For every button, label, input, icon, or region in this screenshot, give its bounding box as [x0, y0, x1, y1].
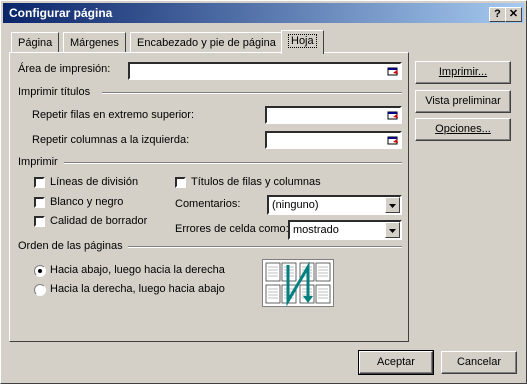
tab-pagina[interactable]: Página: [11, 32, 60, 52]
tab-hoja[interactable]: Hoja: [281, 30, 324, 54]
chevron-down-icon: [389, 204, 396, 208]
comments-select[interactable]: (ninguno): [267, 195, 402, 215]
black-white-checkbox[interactable]: [34, 197, 45, 208]
divider: [102, 92, 402, 94]
repeat-rows-input[interactable]: [265, 106, 402, 124]
tab-label: Página: [18, 37, 53, 49]
cell-errors-value: mostrado: [293, 224, 339, 236]
comments-label: Comentarios:: [175, 198, 241, 210]
tab-label: Márgenes: [70, 37, 119, 49]
collapse-dialog-icon[interactable]: [387, 134, 399, 146]
repeat-cols-input[interactable]: [265, 131, 402, 149]
chevron-down-icon: [389, 229, 396, 233]
page-order-preview-icon: [262, 259, 334, 307]
tab-margenes[interactable]: Márgenes: [63, 32, 126, 52]
print-area-label: Área de impresión:: [18, 63, 111, 75]
draft-quality-label: Calidad de borrador: [50, 215, 148, 227]
title-bar[interactable]: Configurar página ? ✕: [3, 3, 524, 23]
over-then-down-radio[interactable]: [34, 284, 46, 296]
collapse-dialog-icon[interactable]: [387, 65, 399, 77]
sheet-tab-panel: Área de impresión: Imprimir títulos Repe…: [9, 52, 409, 342]
repeat-rows-label: Repetir filas en extremo superior:: [32, 109, 195, 121]
divider: [128, 246, 402, 248]
options-button[interactable]: Opciones...: [415, 118, 511, 141]
print-button-label: Imprimir...: [438, 66, 488, 78]
cell-errors-select[interactable]: mostrado: [288, 220, 402, 240]
draft-quality-checkbox[interactable]: [34, 216, 45, 227]
options-label: Opciones...: [435, 123, 491, 135]
window-title: Configurar página: [9, 6, 113, 20]
ok-label: Aceptar: [377, 356, 415, 368]
tab-encabezado[interactable]: Encabezado y pie de página: [130, 32, 283, 52]
print-group-label: Imprimir: [18, 156, 58, 168]
help-button[interactable]: ?: [489, 7, 506, 22]
collapse-dialog-icon[interactable]: [387, 109, 399, 121]
black-white-label: Blanco y negro: [50, 196, 124, 208]
page-order-group-label: Orden de las páginas: [18, 240, 123, 252]
print-titles-group-label: Imprimir títulos: [18, 86, 91, 98]
print-button[interactable]: Imprimir...: [415, 61, 511, 84]
divider: [64, 162, 402, 164]
cancel-label: Cancelar: [456, 356, 502, 368]
row-col-headings-label: Títulos de filas y columnas: [191, 176, 321, 188]
cell-errors-label: Errores de celda como:: [175, 223, 289, 235]
repeat-cols-label: Repetir columnas a la izquierda:: [32, 134, 190, 146]
gridlines-label: Líneas de división: [50, 176, 139, 188]
dropdown-button[interactable]: [385, 197, 400, 213]
print-preview-label: Vista preliminar: [425, 95, 501, 107]
down-then-over-radio[interactable]: [34, 265, 46, 277]
print-area-input[interactable]: [128, 62, 402, 80]
dropdown-button[interactable]: [385, 222, 400, 238]
cancel-button[interactable]: Cancelar: [441, 351, 517, 374]
comments-value: (ninguno): [272, 199, 319, 211]
over-then-down-label: Hacia la derecha, luego hacia abajo: [50, 283, 225, 295]
page-setup-dialog: Configurar página ? ✕ Página Márgenes En…: [0, 0, 527, 384]
tab-label: Hoja: [288, 34, 317, 48]
row-col-headings-checkbox[interactable]: [175, 177, 186, 188]
gridlines-checkbox[interactable]: [34, 177, 45, 188]
close-button[interactable]: ✕: [505, 7, 522, 22]
ok-button[interactable]: Aceptar: [358, 350, 434, 375]
print-preview-button[interactable]: Vista preliminar: [415, 90, 511, 113]
tab-label: Encabezado y pie de página: [137, 37, 276, 49]
down-then-over-label: Hacia abajo, luego hacia la derecha: [50, 264, 225, 276]
radio-selected-dot: [38, 269, 42, 273]
